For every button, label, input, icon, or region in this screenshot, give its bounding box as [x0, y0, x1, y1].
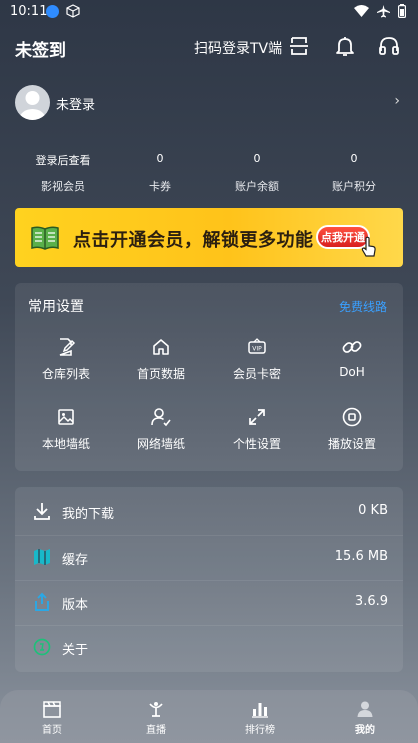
stat-vip-value[interactable]: 登录后查看 — [13, 152, 113, 168]
battery-icon — [398, 4, 406, 18]
free-route-link[interactable]: 免费线路 — [339, 298, 387, 315]
stat-balance-value[interactable]: 0 — [207, 152, 307, 165]
settings-item-playback[interactable]: 播放设置 — [302, 406, 402, 452]
settings-item-label: 网络墙纸 — [136, 437, 185, 451]
settings-item-label: 首页数据 — [136, 367, 185, 381]
hand-pointer-icon — [361, 236, 376, 257]
settings-item-home-data[interactable]: 首页数据 — [111, 336, 211, 382]
list-item-label: 缓存 — [62, 553, 89, 568]
page-title: 未签到 — [15, 41, 66, 61]
user-profile-row[interactable]: 未登录 › — [0, 75, 418, 130]
user-name: 未登录 — [56, 98, 96, 113]
settings-item-label: 个性设置 — [232, 437, 281, 451]
image-icon — [58, 409, 74, 425]
list-item-version[interactable]: 版本 3.6.9 — [15, 581, 403, 625]
settings-item-label: 本地墙纸 — [41, 437, 90, 451]
status-time: 10:11 — [10, 4, 48, 19]
nav-item-home[interactable]: 首页 — [0, 690, 104, 743]
scan-login-tv-link[interactable]: 扫码登录TV端 — [194, 38, 282, 58]
list-item-downloads[interactable]: 我的下载 0 KB — [15, 490, 403, 534]
settings-item-personalize[interactable]: 个性设置 — [207, 406, 307, 452]
share-icon — [35, 592, 49, 611]
settings-item-vip-card[interactable]: VIP 会员卡密 — [207, 336, 307, 382]
banner-text: 点击开通会员，解锁更多功能 — [73, 230, 314, 251]
settings-item-label: 播放设置 — [327, 437, 376, 451]
svg-text:VIP: VIP — [252, 346, 262, 353]
stat-coupon-value[interactable]: 0 — [110, 152, 210, 165]
nav-item-mine[interactable]: 我的 — [313, 690, 417, 743]
bar-chart-icon — [252, 703, 268, 718]
map-icon — [34, 549, 50, 565]
list-item-cache[interactable]: 缓存 15.6 MB — [15, 536, 403, 580]
airplane-icon — [377, 4, 390, 17]
info-icon — [33, 638, 51, 656]
cube-icon — [66, 4, 80, 18]
stat-vip-label: 影视会员 — [41, 180, 85, 193]
user-check-icon — [151, 408, 171, 427]
microphone-stand-icon — [149, 702, 163, 717]
nav-label: 我的 — [355, 725, 375, 736]
expand-icon — [249, 409, 265, 425]
settings-item-repo[interactable]: 仓库列表 — [16, 336, 116, 382]
list-item-value: 0 KB — [358, 503, 388, 518]
nav-item-live[interactable]: 直播 — [104, 690, 208, 743]
stat-points-label: 账户积分 — [332, 180, 376, 193]
list-item-value: 3.6.9 — [354, 594, 388, 609]
chevron-right-icon: › — [394, 93, 400, 109]
headphones-icon[interactable] — [377, 34, 401, 58]
edit-icon — [59, 338, 76, 356]
book-icon — [31, 226, 59, 250]
vip-icon: VIP — [248, 338, 266, 354]
list-item-label: 版本 — [62, 598, 89, 613]
settings-title: 常用设置 — [28, 299, 84, 315]
link-icon — [342, 341, 362, 353]
list-item-label: 我的下载 — [62, 507, 115, 522]
home-icon — [153, 339, 169, 355]
account-stats: 登录后查看 影视会员 0 卡券 0 账户余额 0 账户积分 — [0, 140, 418, 200]
stat-balance-label: 账户余额 — [235, 180, 279, 193]
nav-label: 直播 — [146, 725, 166, 736]
settings-item-network-wallpaper[interactable]: 网络墙纸 — [111, 406, 211, 452]
bell-icon[interactable] — [333, 34, 357, 58]
status-bar: 10:11 — [0, 0, 418, 24]
avatar — [15, 85, 50, 120]
default-avatar-icon — [19, 91, 46, 120]
notification-dot-icon — [46, 5, 59, 18]
stat-coupon-label: 卡券 — [149, 180, 171, 193]
settings-item-doh[interactable]: DoH — [302, 336, 402, 379]
settings-item-label: 会员卡密 — [232, 367, 281, 381]
nav-label: 首页 — [42, 725, 62, 736]
nav-label: 排行榜 — [245, 725, 275, 736]
clapperboard-icon — [43, 701, 61, 718]
bottom-nav: 首页 直播 排行榜 我的 — [0, 690, 418, 743]
list-item-about[interactable]: 关于 — [15, 626, 403, 670]
status-icons — [354, 4, 406, 18]
download-icon — [34, 503, 50, 520]
settings-item-local-wallpaper[interactable]: 本地墙纸 — [16, 406, 116, 452]
settings-item-label: DoH — [339, 365, 365, 379]
settings-item-label: 仓库列表 — [41, 367, 90, 381]
wifi-icon — [354, 5, 369, 17]
nav-item-ranking[interactable]: 排行榜 — [208, 690, 312, 743]
list-item-label: 关于 — [62, 643, 89, 658]
record-icon — [342, 407, 362, 427]
stat-points-value[interactable]: 0 — [304, 152, 404, 165]
scan-icon[interactable] — [287, 34, 311, 58]
list-item-value: 15.6 MB — [334, 549, 388, 564]
person-icon — [357, 701, 373, 717]
